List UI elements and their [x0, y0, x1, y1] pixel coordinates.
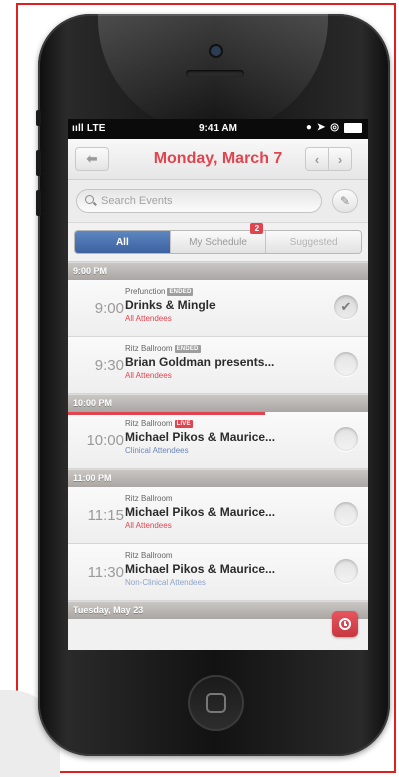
event-row[interactable]: 9:00 Prefunction ENDED Drinks & Mingle All A… — [68, 280, 368, 337]
event-time: 11:30 — [87, 564, 124, 581]
tab-label: All — [115, 236, 129, 248]
notification-badge: 2 — [250, 223, 264, 234]
event-list: 9:00 PM 9:00 Prefunction ENDED Drinks & Ming… — [68, 262, 368, 619]
chevron-right-icon: › — [337, 151, 343, 167]
event-audience: All Attendees — [125, 521, 172, 530]
event-venue: Ritz Ballroom — [125, 551, 173, 560]
event-title: Michael Pikos & Maurice... — [125, 562, 276, 576]
event-audience: Clinical Attendees — [125, 446, 189, 455]
status-tag: LIVE — [174, 419, 193, 428]
event-time: 11:15 — [87, 507, 124, 524]
event-audience: Non-Clinical Attendees — [125, 578, 206, 587]
event-venue: Ritz Ballroom — [125, 419, 173, 428]
tab-label: My Schedule — [189, 236, 247, 248]
next-day-button[interactable]: › — [328, 147, 352, 171]
event-time: 9:00 — [94, 300, 124, 317]
event-venue: Ritz Ballroom — [125, 344, 173, 353]
event-venue-line: Ritz Ballroom — [125, 551, 173, 560]
status-icons: ● ➤ ◎ — [306, 122, 362, 133]
wrench-icon: ✎ — [339, 194, 351, 208]
search-icon — [85, 195, 94, 204]
add-to-schedule-toggle[interactable] — [334, 352, 358, 376]
earpiece-speaker — [186, 70, 244, 77]
chevron-left-icon: ‹ — [314, 151, 320, 167]
volume-down-button — [36, 190, 41, 216]
add-to-schedule-toggle[interactable]: ✔ — [334, 295, 358, 319]
tab-suggested[interactable]: Suggested — [265, 231, 362, 253]
event-time: 10:00 — [86, 432, 124, 449]
section-header: 9:00 PM — [68, 262, 368, 280]
location-icon: ➤ — [316, 122, 326, 133]
event-title: Michael Pikos & Maurice... — [125, 505, 276, 519]
status-bar: ııll LTE 9:41 AM ● ➤ ◎ — [68, 119, 368, 139]
status-tag: ENDED — [167, 287, 194, 296]
volume-up-button — [36, 150, 41, 176]
lock-rotation-icon: ● — [305, 122, 312, 133]
tab-all[interactable]: All — [75, 231, 170, 253]
previous-day-button[interactable]: ‹ — [305, 147, 329, 171]
filter-tabs-row: All My Schedule 2 Suggested — [68, 223, 368, 262]
event-title: Drinks & Mingle — [125, 298, 216, 312]
app-screen: ııll LTE 9:41 AM ● ➤ ◎ ⬅ Monday, March 7… — [68, 119, 368, 650]
event-title: Michael Pikos & Maurice... — [125, 430, 276, 444]
live-progress-line — [68, 412, 265, 415]
event-time: 9:30 — [94, 357, 124, 374]
navigation-bar: ⬅ Monday, March 7 ‹ › — [68, 139, 368, 180]
alarm-icon: ◎ — [330, 122, 339, 133]
section-header: 10:00 PM — [68, 394, 368, 412]
event-audience: All Attendees — [125, 371, 172, 380]
section-header: 11:00 PM — [68, 469, 368, 487]
mute-switch — [36, 110, 41, 126]
event-row[interactable]: 10:00 Ritz Ballroom LIVE Michael Pikos & Ma… — [68, 412, 368, 469]
settings-button[interactable]: ✎ — [332, 189, 358, 213]
event-row[interactable]: 9:30 Ritz Ballroom ENDED Brian Goldman pres… — [68, 337, 368, 394]
event-venue: Prefunction — [125, 287, 166, 296]
event-venue-line: Ritz Ballroom — [125, 494, 173, 503]
add-to-schedule-toggle[interactable] — [334, 427, 358, 451]
event-title: Brian Goldman presents... — [125, 355, 275, 369]
tab-my-schedule[interactable]: My Schedule 2 — [169, 223, 266, 253]
battery-icon — [344, 122, 362, 133]
front-camera — [211, 46, 221, 56]
event-venue: Ritz Ballroom — [125, 494, 173, 503]
add-to-schedule-toggle[interactable] — [334, 559, 358, 583]
event-audience: All Attendees — [125, 314, 172, 323]
tab-label: Suggested — [289, 236, 338, 248]
event-venue-line: Ritz Ballroom LIVE — [125, 419, 193, 428]
event-venue-line: Ritz Ballroom ENDED — [125, 344, 201, 353]
search-input[interactable] — [76, 189, 322, 213]
now-button[interactable] — [332, 611, 358, 637]
section-header: Tuesday, May 23 — [68, 601, 368, 619]
clock-icon — [339, 618, 351, 630]
event-venue-line: Prefunction ENDED — [125, 287, 194, 296]
event-row[interactable]: 11:30 Ritz Ballroom Michael Pikos & Mauric… — [68, 544, 368, 601]
status-tag: ENDED — [174, 344, 201, 353]
home-button[interactable] — [188, 675, 244, 731]
add-to-schedule-toggle[interactable] — [334, 502, 358, 526]
search-row: ✎ — [68, 180, 368, 223]
event-row[interactable]: 11:15 Ritz Ballroom Michael Pikos & Mauric… — [68, 487, 368, 544]
checkmark-icon: ✔ — [340, 299, 352, 314]
home-square-icon — [206, 693, 226, 713]
segmented-control: All My Schedule 2 Suggested — [74, 223, 362, 254]
